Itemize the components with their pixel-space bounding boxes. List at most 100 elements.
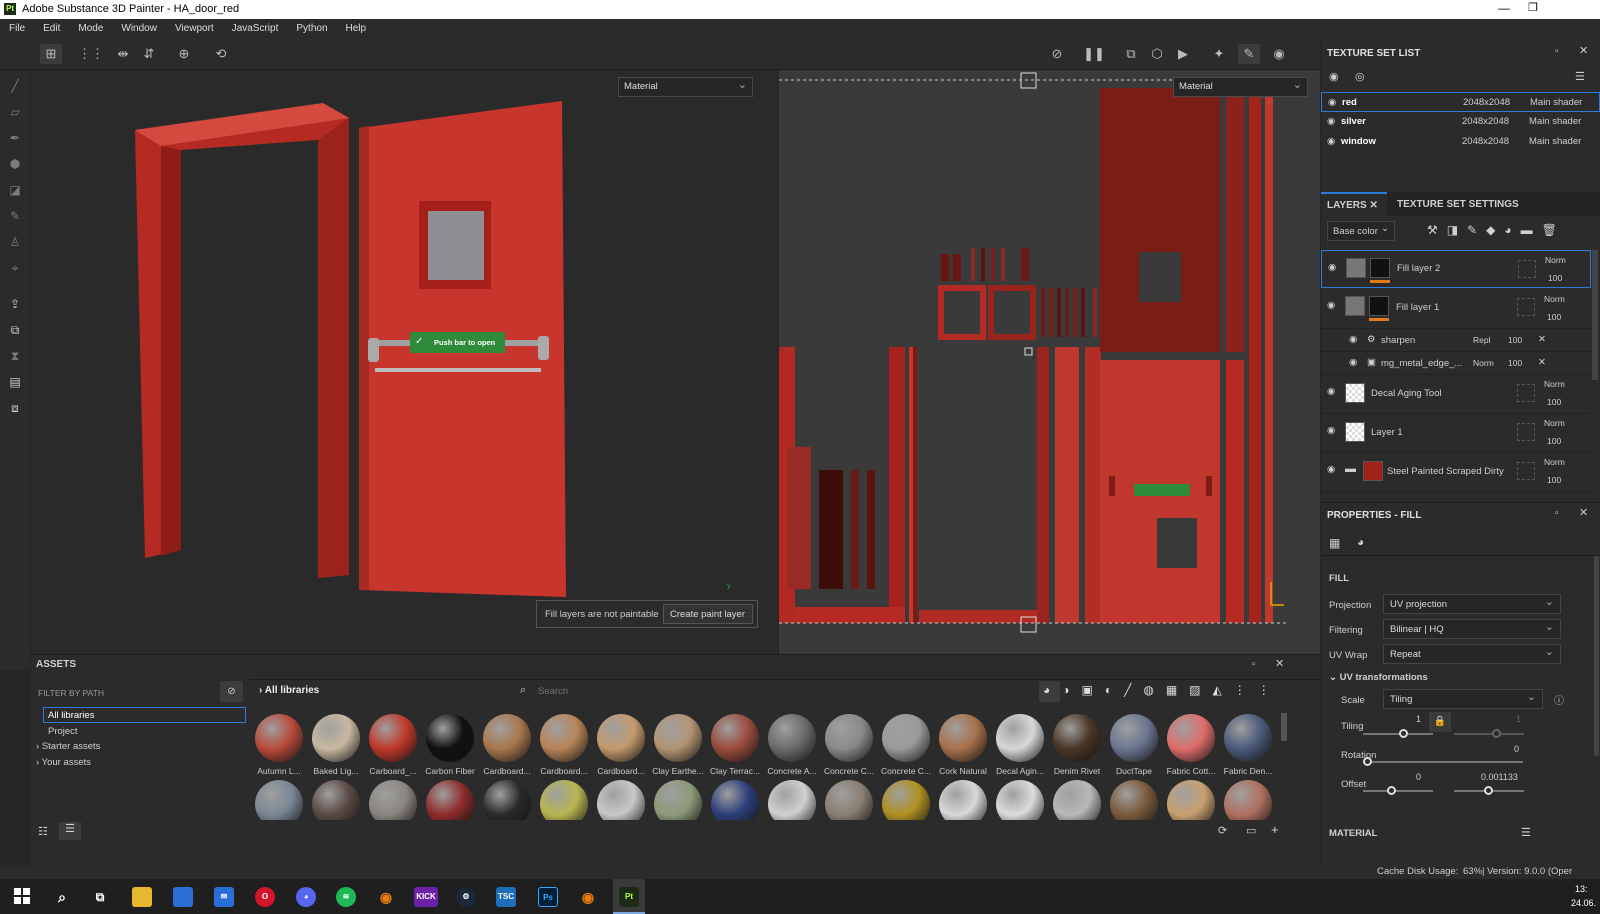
asset-thumbnail[interactable] <box>255 780 303 820</box>
symmetry-y-icon[interactable]: ⇵ <box>138 44 160 64</box>
asset-thumbnail[interactable] <box>654 714 702 762</box>
restore-icon[interactable]: ❐ <box>1528 1 1538 14</box>
bake-icon[interactable]: ✦ <box>1208 44 1230 64</box>
layers-stack-icon[interactable]: ⧈ <box>7 400 23 416</box>
asset-thumbnail[interactable] <box>711 714 759 762</box>
document-icon[interactable]: ▤ <box>7 374 23 390</box>
tiling-slider[interactable] <box>1363 729 1433 738</box>
close-icon[interactable]: ✕ <box>1275 657 1284 670</box>
spotify-icon[interactable]: ≋ <box>336 887 356 907</box>
add-icon[interactable]: + <box>1271 822 1279 837</box>
pause-icon[interactable]: ❚❚ <box>1083 44 1105 64</box>
asset-thumbnail[interactable] <box>483 714 531 762</box>
undock-icon[interactable]: ▫ <box>1555 46 1559 57</box>
polygon-fill-icon[interactable]: ⬢ <box>7 156 23 172</box>
asset-thumbnail[interactable] <box>426 780 474 820</box>
tree-item-project[interactable]: Project <box>48 726 78 737</box>
masks-filter-icon[interactable]: ▣ <box>1082 683 1105 697</box>
search-icon[interactable]: ⌕ <box>52 887 72 907</box>
properties-scrollbar[interactable] <box>1594 556 1599 756</box>
shelf-icon[interactable]: ⧉ <box>7 322 23 338</box>
explorer-icon[interactable] <box>132 887 152 907</box>
tab-layers[interactable]: LAYERS ✕ <box>1321 192 1387 216</box>
symmetry-x-icon[interactable]: ⇹ <box>112 44 134 64</box>
asset-thumbnail[interactable] <box>597 780 645 820</box>
projection-dropdown[interactable]: UV projection <box>1383 594 1561 614</box>
painter-icon[interactable]: Pt <box>619 887 639 907</box>
blend-mask-slot[interactable] <box>1517 462 1535 480</box>
asset-thumbnail[interactable] <box>597 714 645 762</box>
steam-icon[interactable]: ⚙ <box>456 887 476 907</box>
asset-thumbnail[interactable] <box>768 780 816 820</box>
layer-row[interactable]: ◉ Fill layer 2 Norm 100 <box>1321 250 1591 288</box>
search-input[interactable] <box>538 682 778 700</box>
visibility-icon[interactable]: ◉ <box>1327 116 1335 127</box>
visibility-icon[interactable]: ◉ <box>1327 464 1335 475</box>
asset-thumbnail[interactable] <box>996 714 1044 762</box>
layer-row[interactable]: ◉ Fill layer 1 Norm 100 <box>1321 289 1591 329</box>
asset-thumbnail[interactable] <box>654 780 702 820</box>
material-icon[interactable]: ◕ <box>1357 535 1364 549</box>
layers-scrollbar[interactable] <box>1592 250 1598 380</box>
asset-thumbnail[interactable] <box>1110 714 1158 762</box>
asset-thumbnail[interactable] <box>711 780 759 820</box>
hide-filter-icon[interactable]: ⊘ <box>220 681 243 702</box>
add-effect-icon[interactable]: ⚒ <box>1427 223 1447 237</box>
close-icon[interactable]: ✕ <box>1579 44 1588 57</box>
add-paint-layer-icon[interactable]: ✎ <box>1467 223 1486 237</box>
tree-item-your-assets[interactable]: › Your assets <box>36 757 91 768</box>
effect-row[interactable]: ◉ ▣ mg_metal_edge_... Norm 100 ✕ <box>1321 352 1591 375</box>
menu-mode[interactable]: Mode <box>69 19 112 39</box>
material-channel-dropdown-right[interactable]: Material <box>1173 77 1308 97</box>
display-settings-icon[interactable]: ⧗ <box>7 348 23 364</box>
export-icon[interactable]: ⇪ <box>7 296 23 312</box>
blend-mask-slot[interactable] <box>1518 260 1536 278</box>
tree-view-icon[interactable]: ☰ <box>59 822 81 840</box>
visibility-icon[interactable]: ◉ <box>1327 425 1335 436</box>
split-view-icon[interactable]: ⧉ <box>1120 44 1142 64</box>
visibility-icon[interactable]: ◉ <box>1328 262 1336 273</box>
visibility-icon[interactable]: ◉ <box>1328 97 1336 108</box>
uv-transformations-header[interactable]: ⌄ UV transformations <box>1329 672 1428 683</box>
menu-python[interactable]: Python <box>287 19 336 39</box>
blend-mask-slot[interactable] <box>1517 423 1535 441</box>
asset-thumbnail[interactable] <box>825 714 873 762</box>
tree-item-all-libraries[interactable]: All libraries <box>43 707 246 723</box>
asset-thumbnail[interactable] <box>1224 780 1272 820</box>
asset-thumbnail[interactable] <box>369 714 417 762</box>
refresh-icon[interactable]: ⟳ <box>1218 824 1227 837</box>
fill-settings-icon[interactable]: ▦ <box>1329 536 1340 550</box>
menu-edit[interactable]: Edit <box>34 19 69 39</box>
grid-view-icon[interactable]: ⋮⋮ <box>1234 683 1282 697</box>
menu-help[interactable]: Help <box>337 19 376 39</box>
create-paint-layer-button[interactable]: Create paint layer <box>663 604 753 624</box>
filtering-dropdown[interactable]: Bilinear | HQ <box>1383 619 1561 639</box>
menu-window[interactable]: Window <box>112 19 166 39</box>
asset-thumbnail[interactable] <box>1167 714 1215 762</box>
projection-tool-icon[interactable]: ✒ <box>7 130 23 146</box>
blend-mask-slot[interactable] <box>1517 384 1535 402</box>
asset-thumbnail[interactable] <box>255 714 303 762</box>
menu-icon[interactable]: ☰ <box>1521 826 1531 839</box>
blender-icon[interactable]: ◉ <box>376 887 396 907</box>
tiling-v-slider[interactable] <box>1454 729 1524 738</box>
layer-row[interactable]: ◉ Layer 1 Norm 100 <box>1321 414 1591 453</box>
history-icon[interactable]: ⟲ <box>210 44 232 64</box>
eraser-tool-icon[interactable]: ▱ <box>7 104 23 120</box>
asset-thumbnail[interactable] <box>483 780 531 820</box>
menu-javascript[interactable]: JavaScript <box>223 19 288 39</box>
eye-icon[interactable]: ◉ <box>1329 70 1339 83</box>
asset-thumbnail[interactable] <box>1053 714 1101 762</box>
remove-effect-icon[interactable]: ✕ <box>1538 334 1546 345</box>
material-channel-dropdown-left[interactable]: Material <box>618 77 753 97</box>
rotation-slider[interactable] <box>1363 757 1523 766</box>
texture-set-row[interactable]: ◉ silver 2048x2048 Main shader <box>1321 112 1600 132</box>
taskview-icon[interactable]: ⧉ <box>90 887 110 907</box>
viewport-2d[interactable]: Material <box>779 70 1320 654</box>
blender2-icon[interactable]: ◉ <box>578 887 598 907</box>
viewport-3d[interactable]: Push bar to open ✓ Material Fill layers … <box>31 70 778 654</box>
visibility-icon[interactable]: ◉ <box>1327 136 1335 147</box>
screenshot-icon[interactable]: ◉ <box>1268 44 1290 64</box>
close-icon[interactable]: ✕ <box>1579 506 1588 519</box>
visibility-icon[interactable]: ◉ <box>1327 300 1335 311</box>
